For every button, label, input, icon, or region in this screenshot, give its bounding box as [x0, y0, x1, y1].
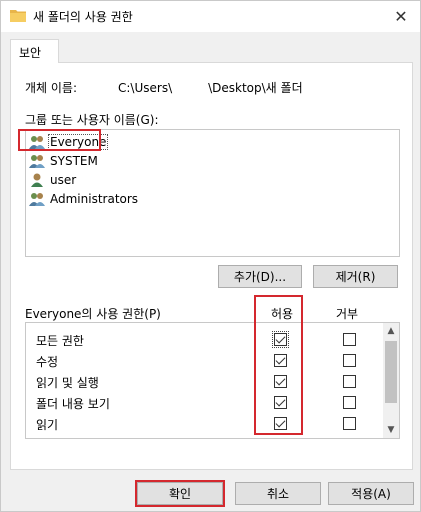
permissions-scrollbar[interactable]: ▲ ▼ — [383, 323, 399, 438]
everyone-highlight-frame — [18, 129, 101, 151]
security-panel: 개체 이름: C:\Users\ \Desktop\새 폴더 그룹 또는 사용자… — [10, 62, 413, 470]
deny-checkbox[interactable] — [343, 417, 356, 430]
deny-checkbox[interactable] — [343, 354, 356, 367]
apply-button[interactable]: 적용(A) — [328, 482, 414, 505]
scrollbar-thumb[interactable] — [385, 341, 397, 403]
permission-name: 읽기 및 실행 — [36, 376, 99, 390]
permissions-dialog: 새 폴더의 사용 권한 ✕ 보안 개체 이름: C:\Users\ \Deskt… — [0, 0, 421, 512]
permission-row-modify: 수정 — [26, 350, 399, 372]
permission-row-read: 읽기 — [26, 413, 399, 435]
group-icon — [29, 193, 45, 206]
close-icon: ✕ — [394, 6, 408, 26]
ok-button-highlight-frame — [135, 480, 225, 507]
deny-checkbox[interactable] — [343, 396, 356, 409]
deny-checkbox[interactable] — [343, 375, 356, 388]
permission-row-list-folder: 폴더 내용 보기 — [26, 392, 399, 414]
title-bar: 새 폴더의 사용 권한 ✕ — [1, 1, 420, 32]
deny-checkbox[interactable] — [343, 333, 356, 346]
folder-icon — [10, 10, 26, 22]
tab-label: 보안 — [19, 46, 42, 60]
permission-name: 수정 — [36, 355, 59, 369]
scroll-up-arrow-icon[interactable]: ▲ — [383, 323, 399, 339]
list-item-label: SYSTEM — [50, 154, 98, 168]
permission-name: 폴더 내용 보기 — [36, 397, 110, 411]
permissions-label: Everyone의 사용 권한(P) — [25, 307, 161, 321]
object-name-label: 개체 이름: — [25, 81, 78, 95]
permission-row-full-control: 모든 권한 — [26, 329, 399, 351]
close-button[interactable]: ✕ — [390, 5, 412, 27]
tab-security[interactable]: 보안 — [10, 39, 59, 63]
allow-column-highlight-frame — [254, 295, 303, 435]
permission-row-read-execute: 읽기 및 실행 — [26, 371, 399, 393]
deny-header: 거부 — [336, 307, 359, 321]
permission-name: 읽기 — [36, 418, 59, 432]
user-icon — [31, 173, 43, 187]
scroll-down-arrow-icon[interactable]: ▼ — [383, 422, 399, 438]
permission-name: 모든 권한 — [36, 334, 84, 348]
list-item-administrators[interactable]: Administrators — [29, 190, 139, 208]
group-icon — [29, 155, 45, 168]
add-button[interactable]: 추가(D)... — [218, 265, 302, 288]
cancel-button[interactable]: 취소 — [235, 482, 321, 505]
list-item-user[interactable]: user — [29, 171, 77, 189]
list-item-system[interactable]: SYSTEM — [29, 152, 99, 170]
remove-button[interactable]: 제거(R) — [313, 265, 398, 288]
list-item-label: user — [50, 173, 77, 187]
list-item-label: Administrators — [50, 192, 139, 206]
object-path: C:\Users\ \Desktop\새 폴더 — [118, 81, 303, 95]
groups-label: 그룹 또는 사용자 이름(G): — [25, 113, 159, 127]
permissions-grid: 모든 권한 수정 읽기 및 실행 폴더 내용 보기 읽기 ▲ ▼ — [25, 322, 400, 439]
window-title: 새 폴더의 사용 권한 — [33, 10, 133, 24]
